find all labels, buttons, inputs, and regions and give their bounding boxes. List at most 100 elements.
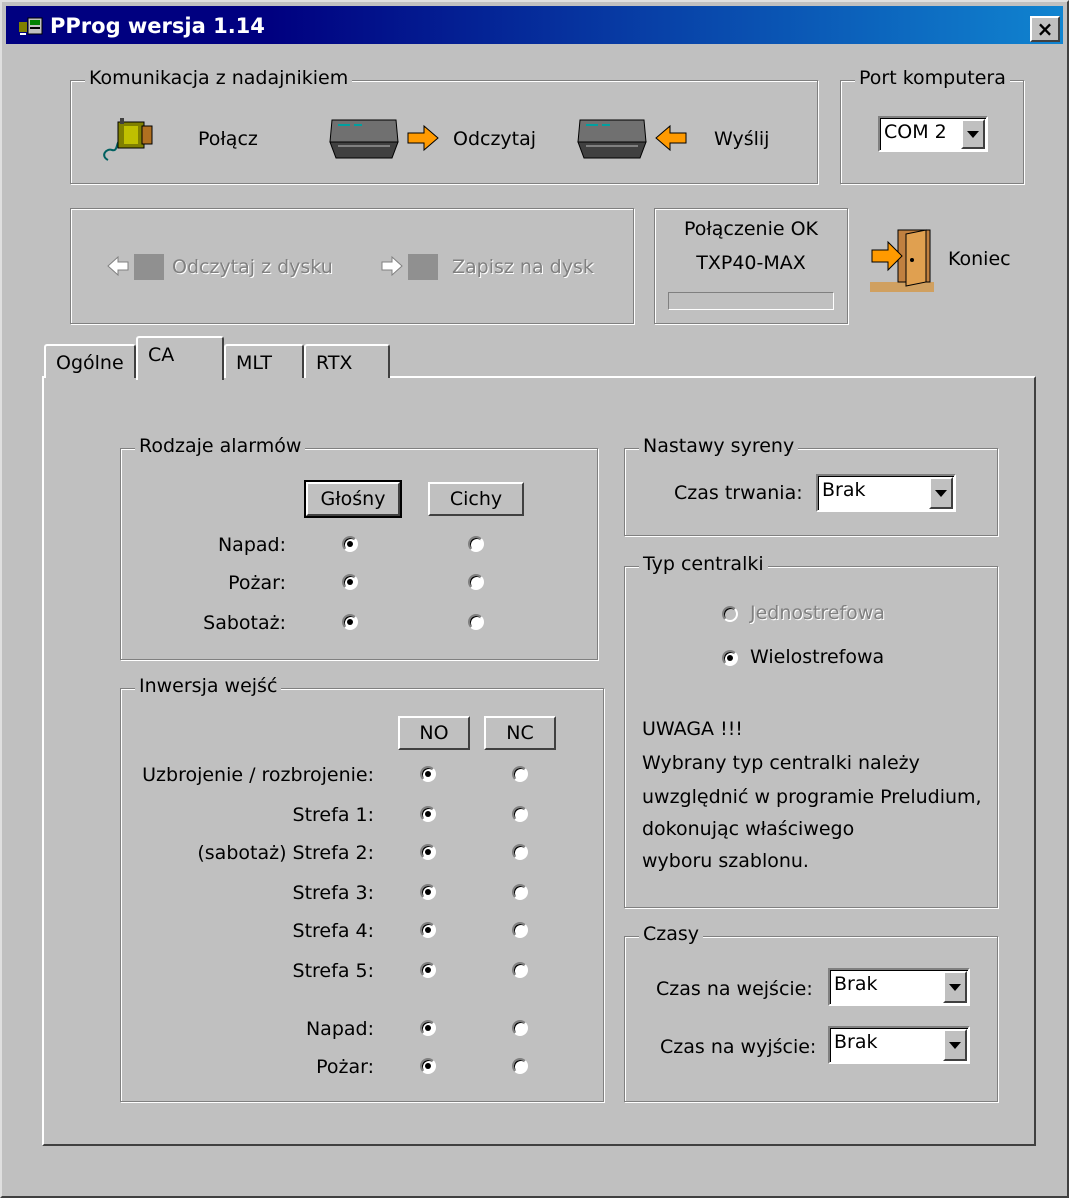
siren-duration-select[interactable]: Brak	[816, 474, 956, 512]
alarm-sabotaz-silent-radio[interactable]	[468, 614, 484, 630]
input-pozar-no-radio[interactable]	[420, 1058, 436, 1074]
port-select[interactable]: COM 2	[878, 116, 988, 152]
input-inversion-legend: Inwersja wejść	[135, 675, 282, 697]
warning-title: UWAGA !!!	[642, 718, 743, 740]
dropdown-button[interactable]	[943, 971, 967, 1003]
input-strefa1-no-radio[interactable]	[420, 806, 436, 822]
send-label[interactable]: Wyślij	[714, 128, 769, 150]
exit-label[interactable]: Koniec	[948, 248, 1011, 270]
input-row-label: (sabotaż) Strefa 2:	[197, 842, 374, 864]
input-uzbrojenie-no-radio[interactable]	[420, 766, 436, 782]
silent-button-label: Cichy	[449, 488, 503, 510]
input-strefa2-no-radio[interactable]	[420, 844, 436, 860]
tab-ogolne[interactable]: Ogólne	[44, 344, 136, 378]
input-strefa5-no-radio[interactable]	[420, 962, 436, 978]
save-to-disk-button[interactable]: Zapisz na dysk	[452, 256, 594, 278]
no-button-label: NO	[419, 722, 449, 744]
alarm-sabotaz-loud-radio[interactable]	[342, 614, 358, 630]
tab-rtx[interactable]: RTX	[304, 344, 390, 378]
chevron-down-icon	[949, 1041, 961, 1049]
siren-settings-legend: Nastawy syreny	[639, 435, 799, 457]
input-uzbrojenie-nc-radio[interactable]	[512, 766, 528, 782]
port-group-legend: Port komputera	[855, 67, 1010, 89]
exit-time-label: Czas na wyjście:	[660, 1036, 817, 1058]
alarm-pozar-silent-radio[interactable]	[468, 574, 484, 590]
exit-time-select[interactable]: Brak	[828, 1026, 970, 1064]
close-icon: ×	[1036, 17, 1054, 41]
alarm-napad-loud-radio[interactable]	[342, 536, 358, 552]
times-group: Czasy	[624, 923, 998, 1102]
port-select-value: COM 2	[884, 121, 947, 143]
input-row-label: Strefa 3:	[292, 882, 374, 904]
alarm-pozar-loud-radio[interactable]	[342, 574, 358, 590]
multi-zone-radio[interactable]	[722, 650, 738, 666]
input-strefa3-no-radio[interactable]	[420, 884, 436, 900]
close-button[interactable]: ×	[1030, 16, 1060, 42]
tab-ca[interactable]: CA	[136, 336, 224, 380]
single-zone-radio[interactable]	[722, 606, 738, 622]
input-pozar-nc-radio[interactable]	[512, 1058, 528, 1074]
dropdown-button[interactable]	[929, 477, 953, 509]
input-row-label: Strefa 5:	[292, 960, 374, 982]
input-strefa5-nc-radio[interactable]	[512, 962, 528, 978]
communication-group: Komunikacja z nadajnikiem	[70, 67, 818, 184]
input-row-label: Pożar:	[316, 1056, 374, 1078]
warning-text-line: Wybrany typ centralki należy	[642, 752, 920, 774]
warning-text-line: wyboru szablonu.	[642, 850, 809, 872]
dropdown-button[interactable]	[943, 1029, 967, 1061]
input-strefa4-nc-radio[interactable]	[512, 922, 528, 938]
chevron-down-icon	[967, 130, 979, 138]
times-legend: Czasy	[639, 923, 704, 945]
no-button[interactable]: NO	[398, 716, 470, 750]
input-strefa3-nc-radio[interactable]	[512, 884, 528, 900]
alarm-types-legend: Rodzaje alarmów	[135, 435, 306, 457]
connection-status: Połączenie OK	[683, 218, 819, 240]
input-napad-no-radio[interactable]	[420, 1020, 436, 1036]
nc-button[interactable]: NC	[484, 716, 556, 750]
load-from-disk-button[interactable]: Odczytaj z dysku	[172, 256, 333, 278]
warning-text-line: uwzględnić w programie Preludium,	[642, 786, 982, 808]
entry-time-value: Brak	[834, 973, 878, 995]
chevron-down-icon	[935, 489, 947, 497]
tab-label: RTX	[316, 352, 353, 374]
input-napad-nc-radio[interactable]	[512, 1020, 528, 1036]
read-label[interactable]: Odczytaj	[453, 128, 536, 150]
input-row-label: Napad:	[305, 1018, 374, 1040]
siren-duration-label: Czas trwania:	[674, 482, 803, 504]
load-from-disk-icon	[107, 254, 164, 280]
device-model: TXP40-MAX	[696, 252, 806, 274]
connect-icon[interactable]	[98, 112, 158, 166]
tab-label: CA	[148, 344, 175, 366]
multi-zone-label: Wielostrefowa	[750, 646, 885, 668]
input-strefa1-nc-radio[interactable]	[512, 806, 528, 822]
device-icon	[577, 119, 647, 159]
window-title: PProg wersja 1.14	[50, 14, 265, 38]
tab-mlt[interactable]: MLT	[224, 344, 304, 378]
entry-time-select[interactable]: Brak	[828, 968, 970, 1006]
input-row-label: Strefa 1:	[292, 804, 374, 826]
input-strefa4-no-radio[interactable]	[420, 922, 436, 938]
title-bar[interactable]: PProg wersja 1.14 ×	[6, 6, 1063, 44]
dropdown-button[interactable]	[961, 119, 985, 149]
app-window: PProg wersja 1.14 × Komunikacja z nadajn…	[0, 0, 1069, 1198]
alarm-napad-silent-radio[interactable]	[468, 536, 484, 552]
tab-label: MLT	[236, 352, 272, 374]
silent-button[interactable]: Cichy	[428, 482, 524, 516]
input-row-label: Uzbrojenie / rozbrojenie:	[142, 764, 374, 786]
alarm-row-label: Pożar:	[228, 572, 286, 594]
arrow-right-icon	[407, 124, 439, 152]
loud-button-label: Głośny	[320, 488, 386, 510]
panel-type-legend: Typ centralki	[639, 553, 768, 575]
exit-door-icon[interactable]	[868, 224, 938, 294]
entry-time-label: Czas na wejście:	[656, 978, 813, 1000]
save-to-disk-icon	[381, 254, 438, 280]
loud-button[interactable]: Głośny	[304, 480, 402, 518]
arrow-left-icon	[655, 124, 687, 152]
communication-group-legend: Komunikacja z nadajnikiem	[85, 67, 353, 89]
single-zone-label: Jednostrefowa	[750, 602, 885, 624]
connect-label[interactable]: Połącz	[198, 128, 258, 150]
input-row-label: Strefa 4:	[292, 920, 374, 942]
app-icon	[19, 17, 43, 35]
input-strefa2-nc-radio[interactable]	[512, 844, 528, 860]
alarm-row-label: Napad:	[217, 534, 286, 556]
